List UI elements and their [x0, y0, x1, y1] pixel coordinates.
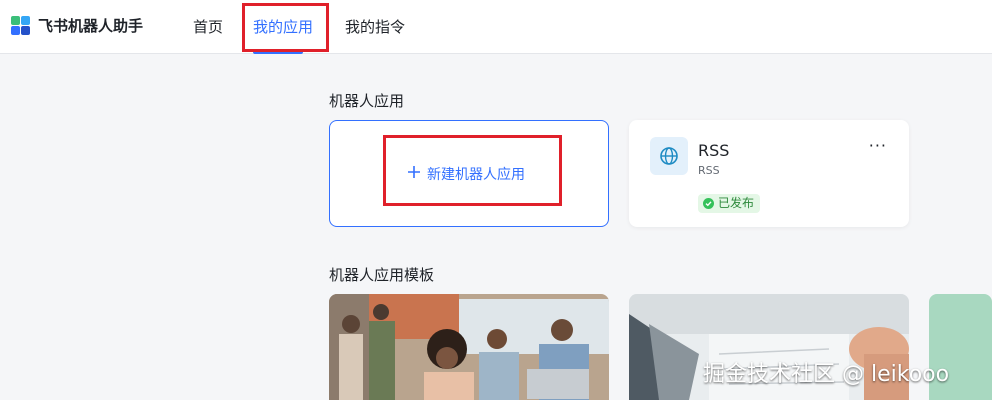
apps-section-title: 机器人应用	[329, 92, 405, 110]
nav-home[interactable]: 首页	[193, 16, 223, 37]
check-circle-icon	[703, 198, 714, 209]
status-badge-label: 已发布	[718, 196, 755, 210]
template-card-office-team[interactable]	[329, 294, 609, 400]
templates-section-title: 机器人应用模板	[329, 266, 435, 284]
watermark-text: 掘金技术社区 @ leikooo	[703, 362, 950, 387]
plus-icon	[408, 166, 420, 178]
top-navbar: 飞书机器人助手 首页 我的应用 我的指令	[0, 0, 992, 54]
app-subtitle: RSS	[698, 164, 720, 177]
status-badge: 已发布	[698, 194, 761, 213]
more-options-icon[interactable]: ···	[869, 136, 887, 155]
office-team-image	[329, 294, 609, 400]
app-name: RSS	[698, 141, 730, 160]
nav-my-apps[interactable]: 我的应用	[253, 16, 313, 37]
app-logo-icon	[11, 16, 31, 36]
brand-title: 飞书机器人助手	[38, 17, 144, 35]
globe-icon	[650, 137, 688, 175]
new-robot-app-card[interactable]: 新建机器人应用	[329, 120, 609, 227]
app-card-rss[interactable]: RSS RSS 已发布 ···	[629, 120, 909, 227]
nav-active-indicator	[253, 50, 303, 54]
new-robot-app-label: 新建机器人应用	[427, 167, 525, 183]
nav-my-commands[interactable]: 我的指令	[345, 16, 405, 37]
